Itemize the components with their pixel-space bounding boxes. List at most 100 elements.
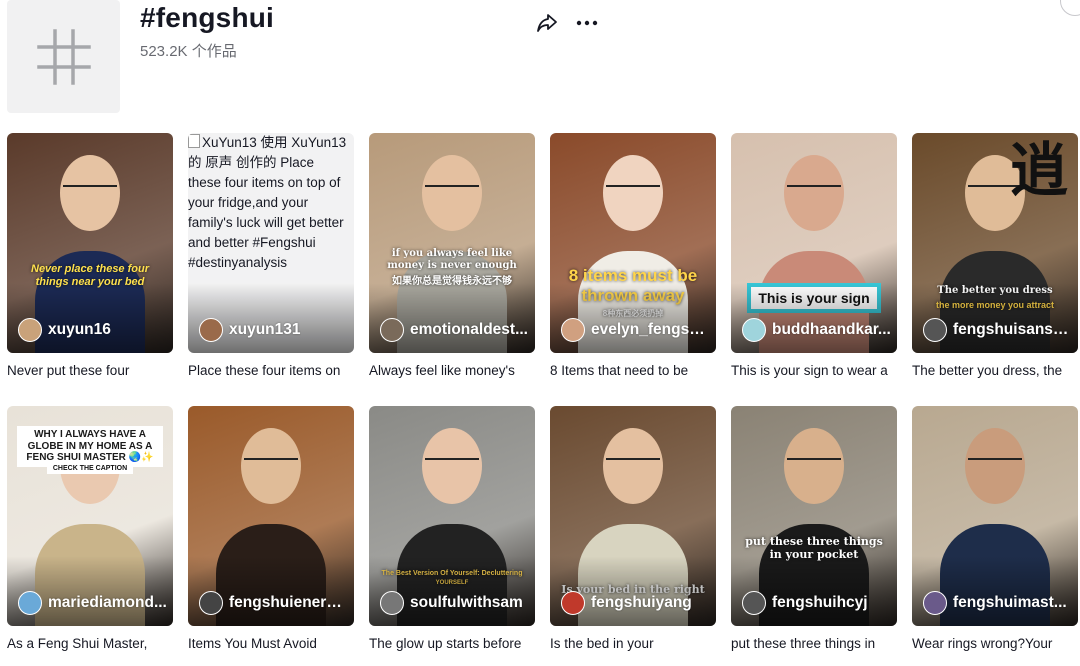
person-face bbox=[603, 428, 663, 504]
person-face bbox=[784, 428, 844, 504]
video-card[interactable]: WHY I ALWAYS HAVE A GLOBE IN MY HOME AS … bbox=[7, 406, 173, 651]
person-face bbox=[965, 428, 1025, 504]
video-thumbnail[interactable]: Is your bed in the rightfengshuiyang bbox=[550, 406, 716, 626]
video-caption[interactable]: Is the bed in your bbox=[550, 636, 716, 651]
avatar[interactable] bbox=[561, 591, 585, 615]
author-row[interactable]: soulfulwithsam bbox=[380, 591, 529, 615]
video-thumbnail[interactable]: put these three things in your pocket fen… bbox=[731, 406, 897, 626]
glasses bbox=[63, 185, 117, 187]
author-row[interactable]: evelyn_fengsh... bbox=[561, 318, 710, 342]
author-row[interactable]: fengshuihcyj bbox=[742, 591, 891, 615]
video-card[interactable]: XuYun13 使用 XuYun13 的 原声 创作的 Place these … bbox=[188, 133, 354, 378]
avatar[interactable] bbox=[18, 591, 42, 615]
author-name[interactable]: evelyn_fengsh... bbox=[591, 321, 710, 339]
video-thumbnail[interactable]: WHY I ALWAYS HAVE A GLOBE IN MY HOME AS … bbox=[7, 406, 173, 626]
video-caption[interactable]: The better you dress, the bbox=[912, 363, 1078, 378]
author-row[interactable]: emotionaldest... bbox=[380, 318, 529, 342]
avatar[interactable] bbox=[380, 318, 404, 342]
author-name[interactable]: emotionaldest... bbox=[410, 321, 528, 339]
video-thumbnail[interactable]: fengshuienerg... bbox=[188, 406, 354, 626]
video-overlay-subtext: CHECK THE CAPTION bbox=[47, 464, 133, 475]
video-count: 523.2K 个作品 bbox=[140, 43, 237, 60]
author-name[interactable]: fengshuienerg... bbox=[229, 594, 348, 612]
video-card[interactable]: 逍The better you dressthe more money you … bbox=[912, 133, 1078, 378]
glasses bbox=[968, 458, 1022, 460]
video-card[interactable]: put these three things in your pocket fen… bbox=[731, 406, 897, 651]
video-caption[interactable]: Items You Must Avoid bbox=[188, 636, 354, 651]
author-name[interactable]: xuyun16 bbox=[48, 321, 111, 339]
corner-decoration bbox=[1060, 0, 1080, 16]
avatar[interactable] bbox=[380, 591, 404, 615]
video-card[interactable]: Never place these four things near your … bbox=[7, 133, 173, 378]
video-caption[interactable]: As a Feng Shui Master, bbox=[7, 636, 173, 651]
author-row[interactable]: fengshuisansh... bbox=[923, 318, 1072, 342]
video-caption[interactable]: Place these four items on bbox=[188, 363, 354, 378]
video-card[interactable]: if you always feel like money is never e… bbox=[369, 133, 535, 378]
broken-image-icon bbox=[188, 134, 200, 148]
avatar[interactable] bbox=[923, 318, 947, 342]
author-name[interactable]: fengshuiyang bbox=[591, 594, 692, 612]
author-row[interactable]: mariediamond... bbox=[18, 591, 167, 615]
author-row[interactable]: buddhaandkar... bbox=[742, 318, 891, 342]
person-face bbox=[422, 428, 482, 504]
author-name[interactable]: mariediamond... bbox=[48, 594, 167, 612]
video-thumbnail[interactable]: 逍The better you dressthe more money you … bbox=[912, 133, 1078, 353]
glasses bbox=[787, 458, 841, 460]
avatar[interactable] bbox=[18, 318, 42, 342]
author-name[interactable]: fengshuisansh... bbox=[953, 321, 1072, 339]
video-caption[interactable]: 8 Items that need to be bbox=[550, 363, 716, 378]
share-button[interactable] bbox=[536, 12, 558, 34]
video-thumbnail[interactable]: 8 items must be thrown away8种东西必须扔掉evely… bbox=[550, 133, 716, 353]
video-thumbnail[interactable]: XuYun13 使用 XuYun13 的 原声 创作的 Place these … bbox=[188, 133, 354, 353]
person-face bbox=[784, 155, 844, 231]
video-caption[interactable]: Never put these four bbox=[7, 363, 173, 378]
author-name[interactable]: fengshuihcyj bbox=[772, 594, 868, 612]
author-row[interactable]: xuyun16 bbox=[18, 318, 167, 342]
hashtag-thumbnail bbox=[7, 0, 120, 113]
video-card[interactable]: fengshuienerg... Items You Must Avoid bbox=[188, 406, 354, 651]
video-thumbnail[interactable]: if you always feel like money is never e… bbox=[369, 133, 535, 353]
video-thumbnail[interactable]: The Best Version Of Yourself: Declutteri… bbox=[369, 406, 535, 626]
video-caption[interactable]: This is your sign to wear a bbox=[731, 363, 897, 378]
avatar[interactable] bbox=[561, 318, 585, 342]
avatar[interactable] bbox=[742, 591, 766, 615]
video-thumbnail[interactable]: This is your signbuddhaandkar... bbox=[731, 133, 897, 353]
video-caption[interactable]: put these three things in bbox=[731, 636, 897, 651]
video-card[interactable]: The Best Version Of Yourself: Declutteri… bbox=[369, 406, 535, 651]
video-overlay-text: WHY I ALWAYS HAVE A GLOBE IN MY HOME AS … bbox=[17, 426, 163, 467]
person-face bbox=[603, 155, 663, 231]
video-overlay-text: if you always feel like money is never e… bbox=[387, 248, 517, 271]
video-caption[interactable]: Wear rings wrong?Your bbox=[912, 636, 1078, 651]
hashtag-icon bbox=[36, 28, 91, 85]
author-row[interactable]: fengshuimast... bbox=[923, 591, 1072, 615]
author-name[interactable]: soulfulwithsam bbox=[410, 594, 523, 612]
glasses bbox=[425, 458, 479, 460]
author-row[interactable]: fengshuiyang bbox=[561, 591, 710, 615]
thumbnail-alt-text: XuYun13 使用 XuYun13 的 原声 创作的 Place these … bbox=[188, 134, 347, 270]
author-name[interactable]: xuyun131 bbox=[229, 321, 301, 339]
glasses bbox=[244, 458, 298, 460]
more-options-button[interactable] bbox=[575, 12, 599, 34]
glasses bbox=[787, 185, 841, 187]
video-caption[interactable]: The glow up starts before bbox=[369, 636, 535, 651]
video-card[interactable]: 8 items must be thrown away8种东西必须扔掉evely… bbox=[550, 133, 716, 378]
calligraphy-glyph: 逍 bbox=[1009, 136, 1068, 204]
author-row[interactable]: fengshuienerg... bbox=[199, 591, 348, 615]
video-thumbnail[interactable]: fengshuimast... bbox=[912, 406, 1078, 626]
avatar[interactable] bbox=[923, 591, 947, 615]
glasses bbox=[606, 185, 660, 187]
page-title: #fengshui bbox=[140, 2, 275, 33]
video-caption[interactable]: Always feel like money's bbox=[369, 363, 535, 378]
video-card[interactable]: Is your bed in the rightfengshuiyang Is t… bbox=[550, 406, 716, 651]
video-card[interactable]: This is your signbuddhaandkar... This is … bbox=[731, 133, 897, 378]
author-name[interactable]: buddhaandkar... bbox=[772, 321, 891, 339]
avatar[interactable] bbox=[199, 591, 223, 615]
avatar[interactable] bbox=[742, 318, 766, 342]
more-dots-icon bbox=[576, 20, 598, 26]
glasses bbox=[606, 458, 660, 460]
author-row[interactable]: xuyun131 bbox=[199, 318, 348, 342]
avatar[interactable] bbox=[199, 318, 223, 342]
video-card[interactable]: fengshuimast... Wear rings wrong?Your bbox=[912, 406, 1078, 651]
author-name[interactable]: fengshuimast... bbox=[953, 594, 1067, 612]
video-thumbnail[interactable]: Never place these four things near your … bbox=[7, 133, 173, 353]
